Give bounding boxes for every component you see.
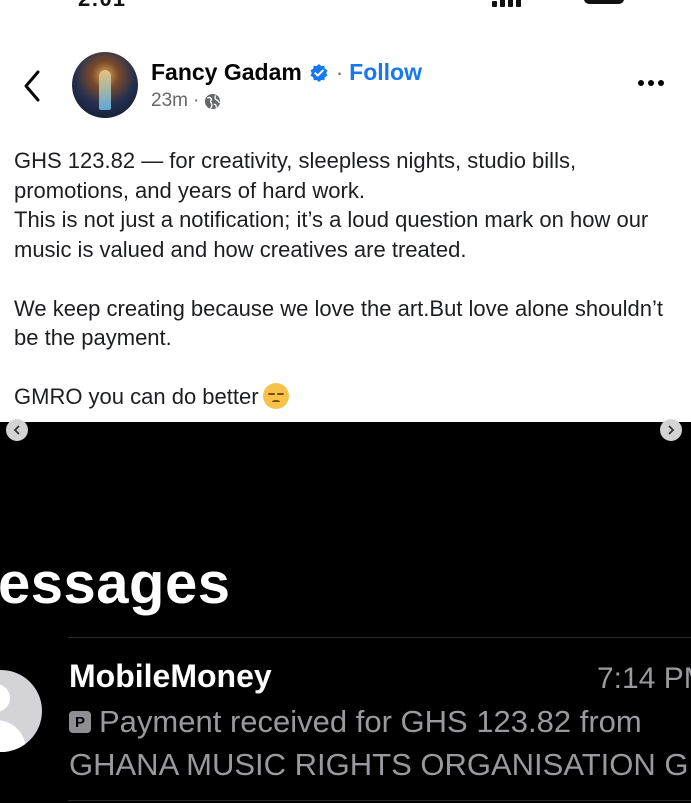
verified-badge-icon: [310, 63, 328, 82]
message-time: 7:14 PM: [597, 662, 691, 695]
message-sender: MobileMoney: [69, 658, 272, 694]
carousel-next-button[interactable]: [660, 419, 682, 441]
divider: [68, 800, 691, 801]
post-header: Fancy Gadam · Follow 23m ·: [0, 50, 691, 122]
author-row: Fancy Gadam · Follow: [151, 59, 422, 86]
post-paragraph-3: We keep creating because we love the art…: [14, 295, 663, 351]
message-row[interactable]: MobileMoney 7:14 PM P Payment received f…: [0, 638, 691, 803]
post-timestamp[interactable]: 23m: [151, 90, 188, 112]
post-paragraph-4-text: GMRO you can do better: [14, 384, 259, 409]
back-button[interactable]: [18, 66, 48, 106]
separator-dot: ·: [335, 59, 344, 85]
post-body: GHS 123.82 — for creativity, sleepless n…: [14, 146, 684, 412]
post-meta: 23m ·: [151, 90, 221, 112]
meta-separator: ·: [192, 90, 200, 111]
contact-avatar: [0, 670, 42, 752]
chevron-right-icon: [668, 425, 675, 435]
battery-icon: [584, 0, 624, 4]
message-preview-line-2: GHANA MUSIC RIGHTS ORGANISATION GH: [69, 747, 691, 782]
post-paragraph-1: GHS 123.82 — for creativity, sleepless n…: [14, 148, 577, 203]
follow-button[interactable]: Follow: [349, 59, 422, 86]
author-name[interactable]: Fancy Gadam: [151, 59, 302, 86]
promo-badge-icon: P: [69, 711, 91, 733]
messages-title: essages: [0, 551, 231, 616]
message-preview-text-1: Payment received for GHS 123.82 from: [99, 704, 642, 739]
chevron-left-icon: [13, 425, 20, 435]
status-time: 2:01: [78, 0, 126, 12]
post-paragraph-2: This is not just a notification; it’s a …: [14, 207, 649, 262]
message-preview-line-1: P Payment received for GHS 123.82 from: [69, 704, 642, 740]
post-paragraph-4: GMRO you can do better: [14, 382, 684, 412]
carousel-prev-button[interactable]: [6, 419, 28, 441]
status-bar: 2:01: [0, 0, 691, 12]
pensive-face-emoji: [262, 383, 289, 409]
globe-icon: [205, 93, 221, 109]
author-avatar[interactable]: [72, 52, 138, 118]
signal-icon: [492, 0, 521, 7]
attached-screenshot: essages MobileMoney 7:14 PM P Payment re…: [0, 422, 691, 803]
chevron-left-icon: [24, 70, 40, 102]
more-options-button[interactable]: [638, 80, 664, 86]
